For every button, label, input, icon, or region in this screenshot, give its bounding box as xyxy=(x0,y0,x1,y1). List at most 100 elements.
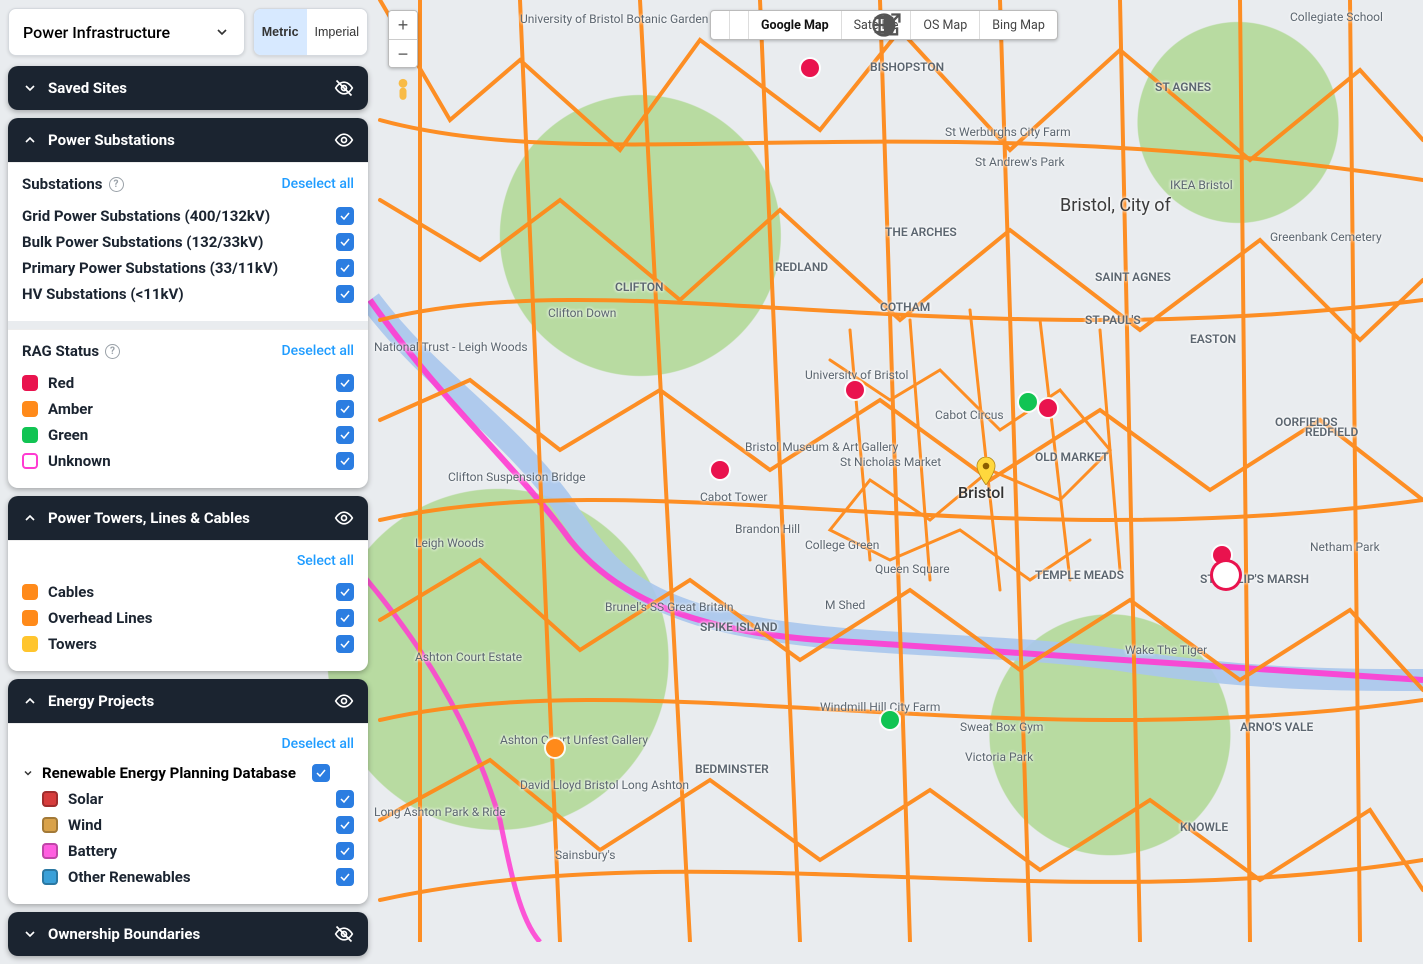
section-energy-projects: Energy Projects Deselect all Renewable E… xyxy=(8,679,368,904)
zoom-in-button[interactable]: + xyxy=(389,11,417,39)
filter-row[interactable]: Solar xyxy=(22,786,354,812)
subhead-label: Renewable Energy Planning Database xyxy=(42,764,296,782)
map-marker-red[interactable] xyxy=(1039,399,1057,417)
category-select-value: Power Infrastructure xyxy=(23,23,170,42)
color-swatch xyxy=(22,427,38,443)
checkbox[interactable] xyxy=(336,868,354,886)
deselect-all-link[interactable]: Deselect all xyxy=(281,343,354,359)
color-swatch xyxy=(22,375,38,391)
filter-row[interactable]: HV Substations (<11kV) xyxy=(22,281,354,307)
map-marker-red[interactable] xyxy=(801,59,819,77)
chevron-down-icon xyxy=(22,80,38,96)
filter-label: Cables xyxy=(48,583,94,601)
renewable-db-toggle[interactable]: Renewable Energy Planning Database xyxy=(22,762,354,786)
map-pin[interactable] xyxy=(976,457,996,485)
checkbox[interactable] xyxy=(336,400,354,418)
checkbox[interactable] xyxy=(336,374,354,392)
eye-icon[interactable] xyxy=(334,508,354,528)
eye-off-icon[interactable] xyxy=(334,78,354,98)
checkbox[interactable] xyxy=(336,285,354,303)
filter-label: Unknown xyxy=(48,452,111,470)
section-title: Power Substations xyxy=(48,131,175,149)
map-marker-orange[interactable] xyxy=(546,739,564,757)
checkbox[interactable] xyxy=(336,816,354,834)
filter-row[interactable]: Wind xyxy=(22,812,354,838)
help-icon[interactable]: ? xyxy=(105,344,120,359)
checkbox[interactable] xyxy=(336,790,354,808)
map-marker-green[interactable] xyxy=(1019,393,1037,411)
card-title: Substations xyxy=(22,175,103,193)
filter-row[interactable]: Bulk Power Substations (132/33kV) xyxy=(22,229,354,255)
section-header-power-lines[interactable]: Power Towers, Lines & Cables xyxy=(8,496,368,540)
filter-row[interactable]: Green xyxy=(22,422,354,448)
map-marker-red[interactable] xyxy=(711,461,729,479)
map-marker-red[interactable] xyxy=(846,381,864,399)
section-header-ownership[interactable]: Ownership Boundaries xyxy=(8,912,368,956)
deselect-all-link[interactable]: Deselect all xyxy=(281,176,354,192)
filter-row[interactable]: Cables xyxy=(22,579,354,605)
section-title: Ownership Boundaries xyxy=(48,925,200,943)
chevron-down-icon xyxy=(214,24,230,40)
color-swatch xyxy=(22,584,38,600)
checkbox[interactable] xyxy=(336,207,354,225)
external-link-icon xyxy=(716,11,1058,39)
sidebar: Power Infrastructure Metric Imperial Sav… xyxy=(8,8,368,964)
color-swatch xyxy=(22,610,38,626)
category-select[interactable]: Power Infrastructure xyxy=(8,8,245,56)
map-marker-green[interactable] xyxy=(881,711,899,729)
color-swatch xyxy=(42,869,58,885)
color-swatch xyxy=(42,817,58,833)
section-header-energy-projects[interactable]: Energy Projects xyxy=(8,679,368,723)
checkbox[interactable] xyxy=(336,842,354,860)
filter-row[interactable]: Primary Power Substations (33/11kV) xyxy=(22,255,354,281)
filter-label: Green xyxy=(48,426,88,444)
checkbox[interactable] xyxy=(336,583,354,601)
map-type-bar: Google Map Satellite OS Map Bing Map xyxy=(710,10,1058,40)
filter-row[interactable]: Overhead Lines xyxy=(22,605,354,631)
chevron-up-icon xyxy=(22,132,38,148)
chevron-down-icon xyxy=(22,926,38,942)
filter-row[interactable]: Towers xyxy=(22,631,354,657)
checkbox[interactable] xyxy=(336,259,354,277)
section-power-lines: Power Towers, Lines & Cables Select all … xyxy=(8,496,368,671)
map-type-bing[interactable]: Bing Map xyxy=(979,11,1057,39)
zoom-out-button[interactable]: − xyxy=(389,39,417,67)
deselect-all-link[interactable]: Deselect all xyxy=(281,736,354,752)
filter-label: Solar xyxy=(68,790,103,808)
filter-row[interactable]: Amber xyxy=(22,396,354,422)
card-substations: Substations ? Deselect all Grid Power Su… xyxy=(8,162,368,321)
filter-row[interactable]: Other Renewables xyxy=(22,864,354,890)
checkbox[interactable] xyxy=(336,609,354,627)
eye-icon[interactable] xyxy=(334,130,354,150)
checkbox[interactable] xyxy=(336,233,354,251)
map-marker-white[interactable] xyxy=(1213,562,1239,588)
filter-row[interactable]: Battery xyxy=(22,838,354,864)
checkbox[interactable] xyxy=(336,635,354,653)
card-title: RAG Status xyxy=(22,342,99,360)
chevron-down-icon xyxy=(22,767,34,779)
filter-row[interactable]: Unknown xyxy=(22,448,354,474)
filter-row[interactable]: Red xyxy=(22,370,354,396)
section-power-substations: Power Substations Substations ? Deselect… xyxy=(8,118,368,488)
section-ownership: Ownership Boundaries xyxy=(8,912,368,956)
unit-metric-button[interactable]: Metric xyxy=(254,9,307,55)
section-header-power-substations[interactable]: Power Substations xyxy=(8,118,368,162)
card-rag-status: RAG Status ? Deselect all Red Amber Green U… xyxy=(8,329,368,488)
unit-imperial-button[interactable]: Imperial xyxy=(307,9,367,55)
section-title: Power Towers, Lines & Cables xyxy=(48,509,250,527)
help-icon[interactable]: ? xyxy=(109,177,124,192)
filter-row[interactable]: Grid Power Substations (400/132kV) xyxy=(22,203,354,229)
checkbox[interactable] xyxy=(312,764,330,782)
section-saved-sites: Saved Sites xyxy=(8,66,368,110)
filter-label: Red xyxy=(48,374,74,392)
select-all-link[interactable]: Select all xyxy=(297,553,354,569)
eye-icon[interactable] xyxy=(334,691,354,711)
eye-off-icon[interactable] xyxy=(334,924,354,944)
section-header-saved-sites[interactable]: Saved Sites xyxy=(8,66,368,110)
filter-label: Other Renewables xyxy=(68,868,191,886)
filter-label: Amber xyxy=(48,400,93,418)
checkbox[interactable] xyxy=(336,426,354,444)
checkbox[interactable] xyxy=(336,452,354,470)
streetview-pegman[interactable] xyxy=(392,78,414,106)
filter-label: HV Substations (<11kV) xyxy=(22,285,184,303)
